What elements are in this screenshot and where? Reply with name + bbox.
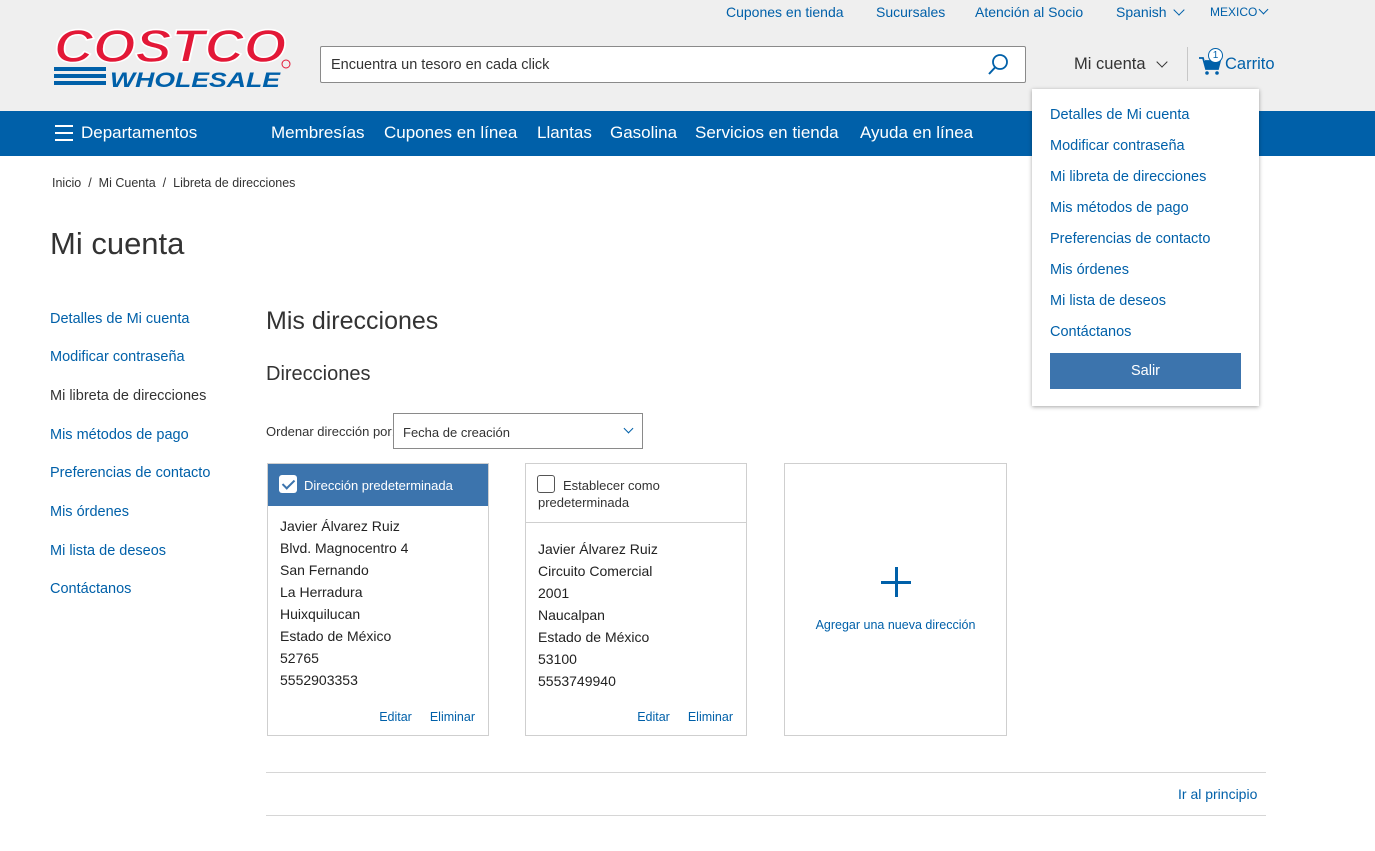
address-card: Establecer como predeterminada Javier Ál… — [525, 463, 747, 736]
cart-count-badge: 1 — [1208, 48, 1223, 63]
hamburger-icon[interactable] — [55, 125, 73, 141]
menu-item-contactanos[interactable]: Contáctanos — [1050, 324, 1131, 340]
address-card-actions: Editar Eliminar — [619, 710, 733, 724]
address-line: 2001 — [538, 585, 570, 601]
address-lines: Javier Álvarez Ruiz Blvd. Magnocentro 4 … — [280, 515, 408, 691]
link-atencion-socio[interactable]: Atención al Socio — [975, 4, 1083, 20]
address-line: 5553749940 — [538, 673, 616, 689]
sidebar-item-preferencias[interactable]: Preferencias de contacto — [50, 465, 210, 481]
address-card-actions: Editar Eliminar — [361, 710, 475, 724]
sidebar-item-contactanos[interactable]: Contáctanos — [50, 581, 131, 597]
header-divider — [1187, 47, 1188, 81]
menu-item-libreta[interactable]: Mi libreta de direcciones — [1050, 169, 1206, 185]
search-icon[interactable] — [985, 52, 1011, 78]
sort-select-value: Fecha de creación — [403, 425, 510, 440]
menu-item-preferencias[interactable]: Preferencias de contacto — [1050, 231, 1210, 247]
section-heading: Mis direcciones — [266, 307, 439, 335]
account-dropdown-menu: Detalles de Mi cuenta Modificar contrase… — [1032, 89, 1259, 406]
link-sucursales[interactable]: Sucursales — [876, 4, 945, 20]
nav-llantas[interactable]: Llantas — [537, 123, 592, 143]
breadcrumb: Inicio / Mi Cuenta / Libreta de direcciones — [52, 176, 296, 190]
edit-address-link[interactable]: Editar — [637, 710, 670, 724]
address-card-header-label: Establecer como predeterminada — [538, 478, 660, 510]
account-menu-toggle[interactable]: Mi cuenta — [1074, 55, 1168, 74]
logo-subwordmark: WHOLESALE — [110, 69, 281, 90]
address-lines: Javier Álvarez Ruiz Circuito Comercial 2… — [538, 538, 658, 692]
breadcrumb-inicio[interactable]: Inicio — [52, 176, 81, 190]
sort-select[interactable]: Fecha de creación — [393, 413, 643, 449]
address-line: 53100 — [538, 651, 577, 667]
chevron-down-icon — [1155, 56, 1168, 68]
menu-item-metodos-pago[interactable]: Mis métodos de pago — [1050, 200, 1189, 216]
edit-address-link[interactable]: Editar — [379, 710, 412, 724]
page-title: Mi cuenta — [50, 226, 185, 261]
sidebar-item-ordenes[interactable]: Mis órdenes — [50, 504, 129, 520]
country-selector[interactable]: MEXICO — [1210, 4, 1269, 19]
nav-cupones-linea[interactable]: Cupones en línea — [384, 123, 517, 143]
costco-logo[interactable]: COSTCO WHOLESALE — [52, 22, 294, 90]
nav-departamentos[interactable]: Departamentos — [81, 123, 197, 143]
address-line: 5552903353 — [280, 672, 358, 688]
default-address-checkbox[interactable] — [279, 475, 297, 493]
sidebar-item-contrasena[interactable]: Modificar contraseña — [50, 349, 185, 365]
add-address-card[interactable]: Agregar una nueva dirección — [784, 463, 1007, 736]
address-line: Huixquilucan — [280, 606, 361, 622]
address-line: Estado de México — [280, 628, 392, 644]
address-line: La Herradura — [280, 584, 363, 600]
add-address-label: Agregar una nueva dirección — [815, 618, 976, 632]
delete-address-link[interactable]: Eliminar — [688, 710, 733, 724]
menu-item-ordenes[interactable]: Mis órdenes — [1050, 262, 1129, 278]
cart-button[interactable]: 1 Carrito — [1198, 48, 1278, 78]
address-line: Javier Álvarez Ruiz — [280, 518, 400, 534]
logo-wordmark: COSTCO — [54, 22, 286, 72]
menu-item-lista-deseos[interactable]: Mi lista de deseos — [1050, 293, 1166, 309]
menu-item-contrasena[interactable]: Modificar contraseña — [1050, 138, 1185, 154]
utility-links: Cupones en tienda Sucursales Atención al… — [0, 4, 1375, 22]
address-card-header: Establecer como predeterminada — [526, 464, 746, 523]
address-card: Dirección predeterminada Javier Álvarez … — [267, 463, 489, 736]
nav-ayuda-linea[interactable]: Ayuda en línea — [860, 123, 973, 143]
link-cupones-tienda[interactable]: Cupones en tienda — [726, 4, 844, 20]
section-subheading: Direcciones — [266, 363, 371, 385]
search-input[interactable] — [321, 47, 971, 82]
sidebar-item-metodos-pago[interactable]: Mis métodos de pago — [50, 427, 189, 443]
delete-address-link[interactable]: Eliminar — [430, 710, 475, 724]
menu-item-detalles[interactable]: Detalles de Mi cuenta — [1050, 107, 1189, 123]
country-label: MEXICO — [1210, 5, 1258, 19]
address-line: Blvd. Magnocentro 4 — [280, 540, 409, 556]
chevron-down-icon — [1172, 4, 1185, 16]
cart-label: Carrito — [1225, 55, 1275, 73]
divider — [266, 815, 1266, 816]
address-line: Estado de México — [538, 629, 650, 645]
nav-membresias[interactable]: Membresías — [271, 123, 365, 143]
sidebar-item-lista-deseos[interactable]: Mi lista de deseos — [50, 543, 166, 559]
nav-servicios-tienda[interactable]: Servicios en tienda — [695, 123, 839, 143]
address-line: San Fernando — [280, 562, 369, 578]
chevron-down-icon — [1258, 4, 1269, 15]
address-line: 52765 — [280, 650, 319, 666]
chevron-down-icon — [623, 423, 634, 434]
sidebar-item-detalles[interactable]: Detalles de Mi cuenta — [50, 311, 189, 327]
logout-button[interactable]: Salir — [1050, 353, 1241, 389]
language-selector[interactable]: Spanish — [1116, 4, 1185, 20]
address-card-header: Dirección predeterminada — [268, 464, 488, 506]
breadcrumb-current: Libreta de direcciones — [173, 176, 296, 190]
language-label: Spanish — [1116, 4, 1167, 20]
plus-icon — [881, 567, 911, 597]
sidebar-item-libreta[interactable]: Mi libreta de direcciones — [50, 388, 206, 404]
address-line: Circuito Comercial — [538, 563, 653, 579]
account-label: Mi cuenta — [1074, 55, 1146, 73]
address-line: Naucalpan — [538, 607, 605, 623]
breadcrumb-mi-cuenta[interactable]: Mi Cuenta — [99, 176, 156, 190]
search-bar — [320, 46, 1026, 83]
address-card-header-label: Dirección predeterminada — [304, 478, 453, 493]
back-to-top-link[interactable]: Ir al principio — [1178, 786, 1257, 802]
address-line: Javier Álvarez Ruiz — [538, 541, 658, 557]
nav-gasolina[interactable]: Gasolina — [610, 123, 677, 143]
sort-label: Ordenar dirección por: — [266, 424, 396, 439]
divider — [266, 772, 1266, 773]
